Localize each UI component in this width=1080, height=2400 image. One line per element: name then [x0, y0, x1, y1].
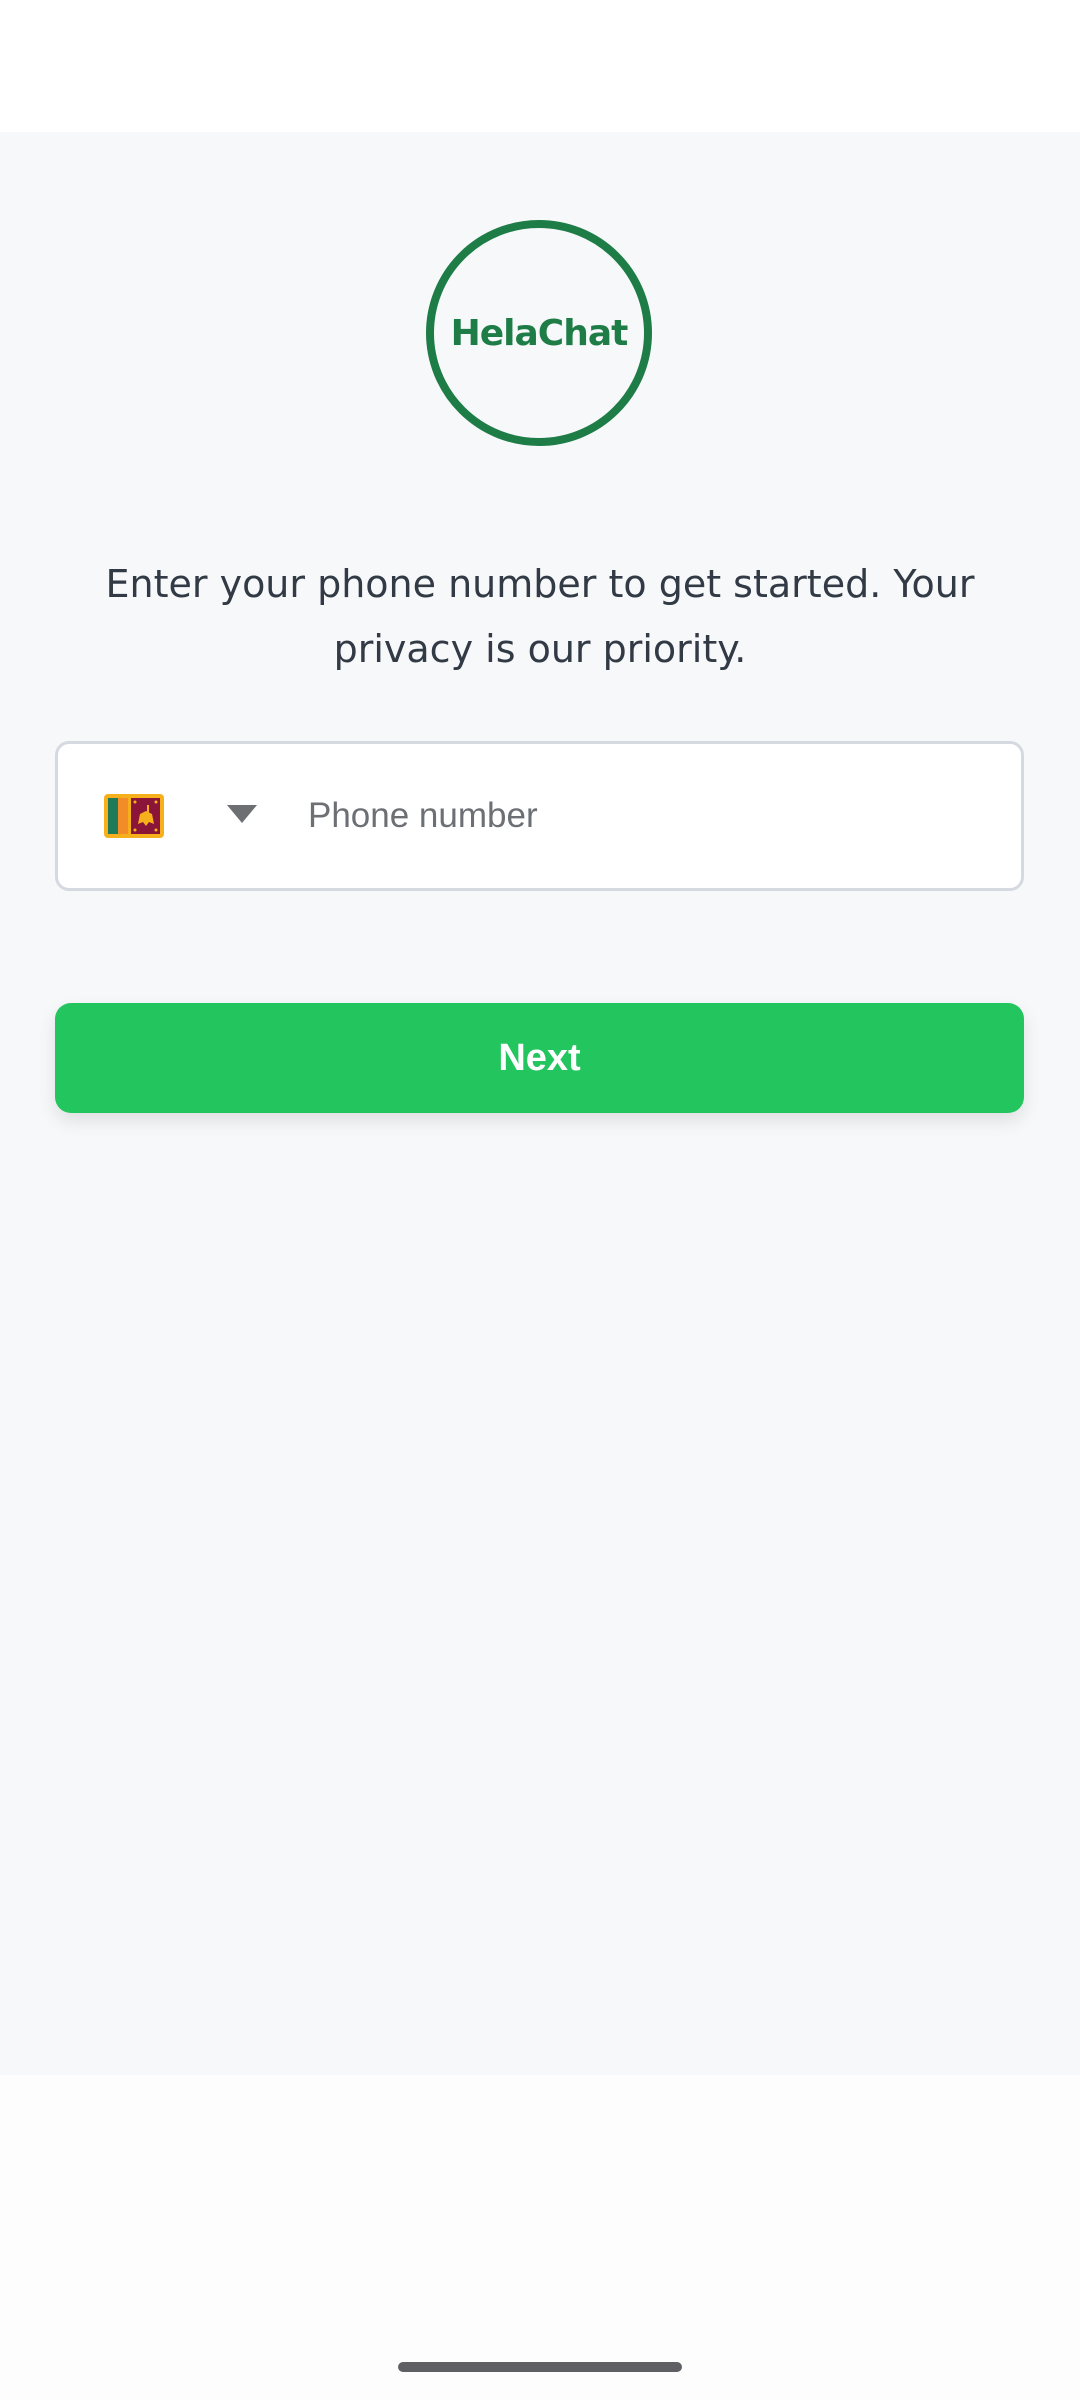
phone-entry-screen: HelaChat Enter your phone number to get …	[0, 132, 1080, 2075]
logo-text: HelaChat	[450, 312, 629, 354]
phone-number-field	[55, 741, 1024, 891]
sri-lanka-flag-icon[interactable]	[104, 794, 164, 838]
home-indicator[interactable]	[398, 2362, 682, 2372]
country-dropdown[interactable]	[224, 799, 260, 829]
helachat-logo: HelaChat	[426, 220, 652, 446]
intro-text: Enter your phone number to get started. …	[105, 562, 975, 671]
next-button[interactable]: Next	[55, 1003, 1024, 1113]
phone-number-input[interactable]	[308, 774, 998, 858]
status-bar	[0, 0, 1080, 132]
caret-down-icon	[227, 805, 257, 823]
